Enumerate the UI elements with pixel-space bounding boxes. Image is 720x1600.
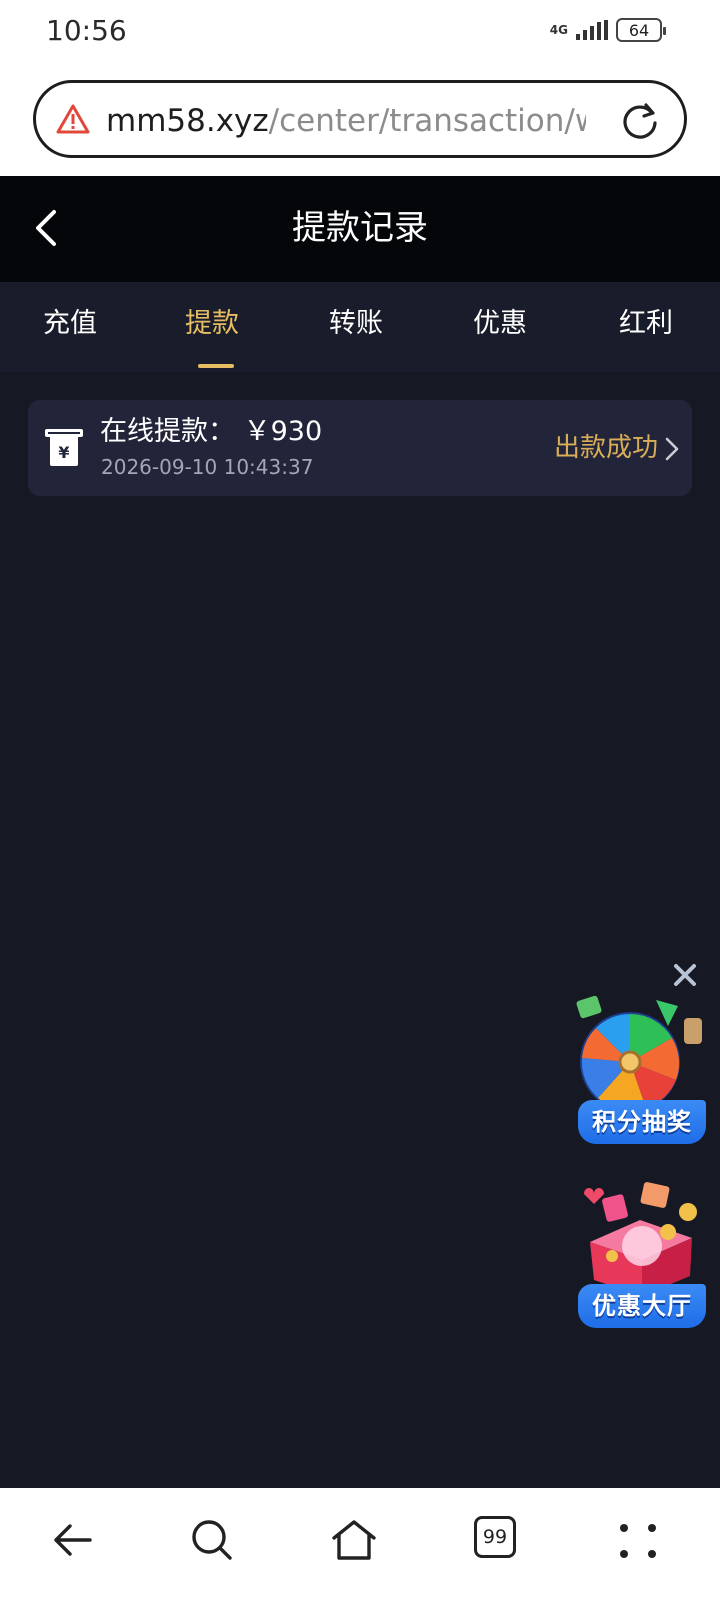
points-lottery-widget[interactable]: 积分抽奖 — [576, 992, 708, 1152]
chevron-right-icon — [665, 437, 679, 461]
record-tabs: 充值 提款 转账 优惠 红利 — [0, 282, 720, 372]
back-icon[interactable] — [48, 1516, 96, 1564]
tabs-count: 99 — [474, 1516, 516, 1558]
browser-toolbar: mm58.xyz/center/transaction/wlo — [0, 64, 720, 176]
url-domain: mm58.xyz — [106, 103, 269, 139]
network-label: 4G — [549, 23, 568, 37]
tab-withdraw[interactable]: 提款 — [142, 306, 282, 342]
record-status: 出款成功 — [553, 433, 658, 463]
browser-bottom-nav: 99 — [0, 1488, 720, 1600]
search-icon[interactable] — [188, 1516, 236, 1564]
tab-bonus[interactable]: 红利 — [576, 306, 716, 342]
promotions-hall-label: 优惠大厅 — [578, 1284, 706, 1328]
home-icon[interactable] — [330, 1516, 378, 1564]
battery-level: 64 — [628, 20, 650, 40]
status-time: 10:56 — [46, 14, 127, 47]
tab-promotion[interactable]: 优惠 — [430, 306, 570, 342]
close-icon[interactable] — [672, 962, 698, 988]
page-title: 提款记录 — [292, 208, 428, 248]
url-text[interactable]: mm58.xyz/center/transaction/wlo — [106, 101, 586, 141]
active-tab-indicator — [198, 364, 234, 368]
svg-text:¥: ¥ — [58, 443, 69, 462]
status-bar: 10:56 4G 64 — [0, 0, 720, 64]
withdrawal-record[interactable]: ¥ 在线提款： ￥930 2026-09-10 10:43:37 出款成功 — [28, 400, 692, 496]
warning-icon[interactable] — [56, 103, 90, 135]
points-lottery-label: 积分抽奖 — [578, 1100, 706, 1144]
tab-deposit[interactable]: 充值 — [0, 306, 140, 342]
battery-icon: 64 — [616, 18, 666, 42]
tabs-button[interactable]: 99 — [474, 1516, 522, 1564]
reload-icon[interactable] — [620, 101, 660, 141]
tab-transfer[interactable]: 转账 — [286, 306, 426, 342]
atm-withdraw-icon: ¥ — [45, 429, 83, 466]
record-time: 2026-09-10 10:43:37 — [101, 455, 314, 479]
signal-icon — [576, 20, 608, 40]
address-bar[interactable]: mm58.xyz/center/transaction/wlo — [33, 80, 687, 158]
url-path: /center/transaction/wlo — [268, 103, 586, 139]
menu-dots-icon[interactable] — [614, 1516, 662, 1564]
promotions-hall-widget[interactable]: 优惠大厅 — [576, 1176, 708, 1336]
record-title: 在线提款： ￥930 — [100, 416, 323, 447]
app-header: 提款记录 — [0, 176, 720, 282]
status-icons: 4G 64 — [549, 18, 666, 42]
